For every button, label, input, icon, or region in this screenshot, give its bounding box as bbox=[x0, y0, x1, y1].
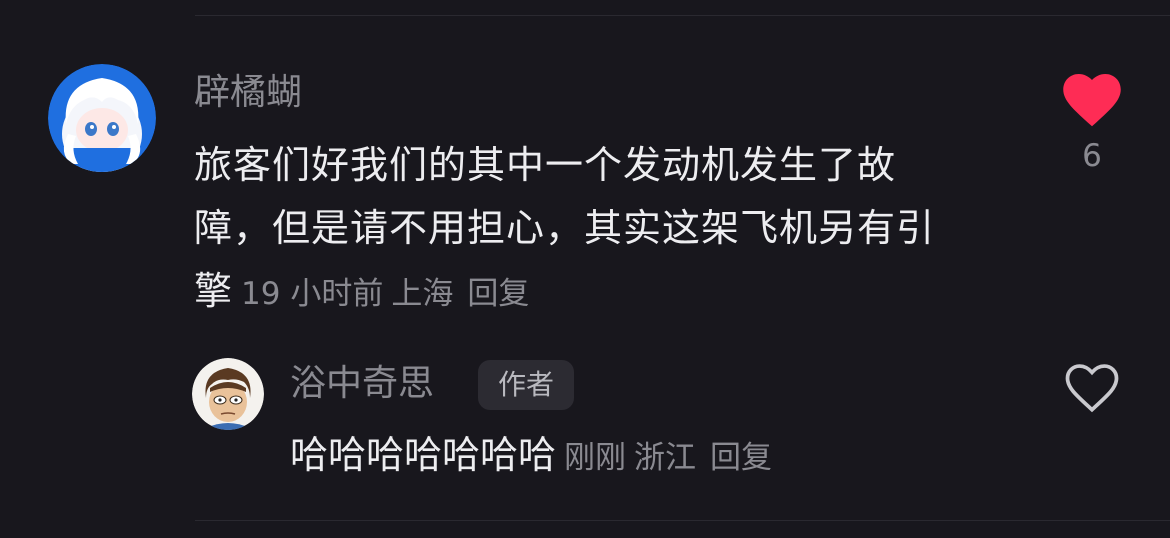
comment-meta: 19 小时前 上海 回复 bbox=[233, 276, 529, 312]
bottom-divider bbox=[195, 520, 1170, 521]
top-divider bbox=[195, 15, 1170, 16]
reply-location: 浙江 bbox=[634, 440, 697, 476]
comment-reply-button[interactable]: 回复 bbox=[467, 276, 529, 312]
heart-filled-icon[interactable] bbox=[1062, 72, 1122, 128]
comment-text[interactable]: 旅客们好我们的其中一个发动机发生了故 障，但是请不用担心，其实这架飞机另有引 擎… bbox=[194, 134, 1014, 326]
reply-reply-button[interactable]: 回复 bbox=[710, 440, 772, 476]
replier-username[interactable]: 浴中奇思 bbox=[290, 360, 434, 408]
reply-meta: 刚刚 浙江 回复 bbox=[556, 440, 772, 476]
like-count: 6 bbox=[1082, 138, 1102, 174]
comment-time: 19 小时前 bbox=[241, 276, 384, 312]
replier-avatar[interactable] bbox=[192, 358, 264, 430]
reply-time: 刚刚 bbox=[564, 440, 627, 476]
author-badge: 作者 bbox=[478, 360, 574, 410]
commenter-username[interactable]: 辟橘蝴 bbox=[194, 69, 302, 117]
comment-text-line: 障，但是请不用担心，其实这架飞机另有引 bbox=[194, 206, 936, 250]
reply-text-row[interactable]: 哈哈哈哈哈哈哈 刚刚 浙江 回复 bbox=[290, 428, 772, 485]
heart-outline-icon[interactable] bbox=[1064, 362, 1120, 414]
comment-text-line: 旅客们好我们的其中一个发动机发生了故 bbox=[194, 143, 897, 187]
comment-location: 上海 bbox=[391, 276, 454, 312]
reply-text: 哈哈哈哈哈哈哈 bbox=[290, 433, 557, 477]
commenter-avatar[interactable] bbox=[48, 64, 156, 172]
comment-text-line: 擎 bbox=[194, 269, 234, 313]
